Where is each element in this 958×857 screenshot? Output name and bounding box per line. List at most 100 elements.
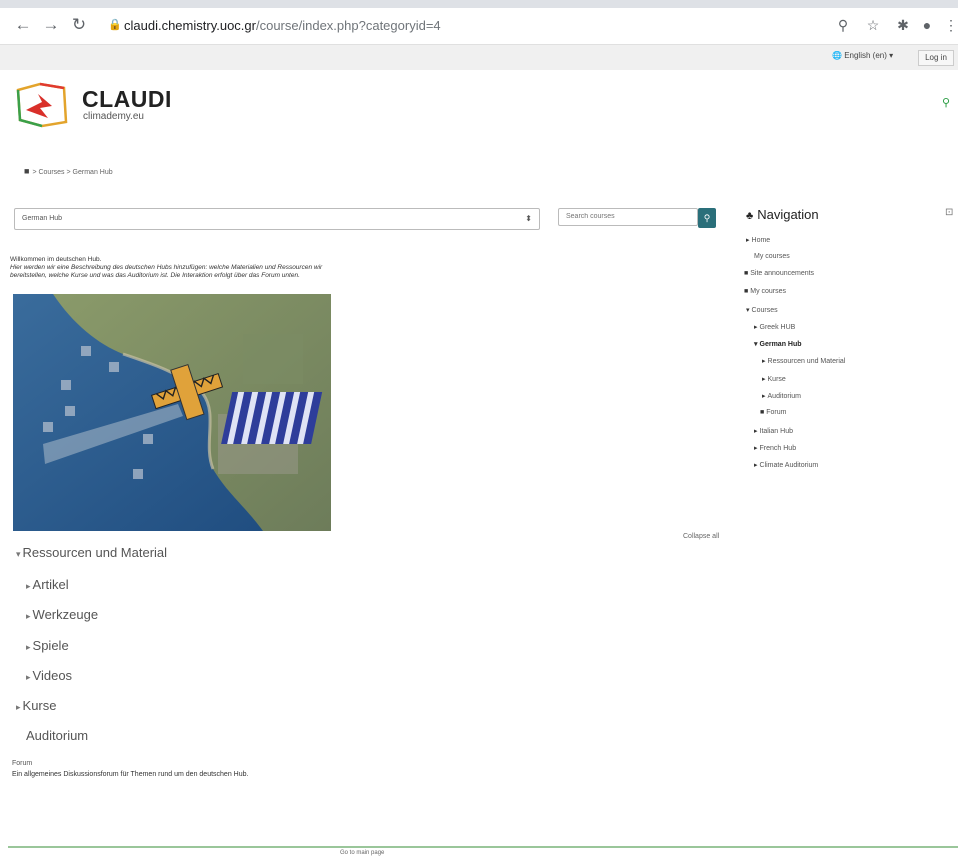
section-werkzeuge[interactable]: ▸ Werkzeuge xyxy=(26,607,98,622)
summary-intro-2: bereitstellen, welche Kurse und was das … xyxy=(10,272,300,279)
nav-item-label: Auditorium xyxy=(767,393,801,400)
nav-item-label: Home xyxy=(751,237,771,244)
nav-item-forum[interactable]: ■ Forum xyxy=(760,409,786,416)
category-summary: Willkommen im deutschen Hub. Hier werden… xyxy=(10,256,450,280)
navigation-title-label: Navigation xyxy=(757,207,819,222)
site-logo[interactable]: CLAUDI climademy.eu xyxy=(12,80,192,130)
footer-divider xyxy=(8,846,958,848)
navigation-title: ♣ Navigation xyxy=(746,207,819,222)
chevron-down-icon: ▾ xyxy=(746,307,750,314)
nav-item-label: French Hub xyxy=(759,445,797,452)
logo-title: CLAUDI xyxy=(82,86,172,112)
breadcrumb-courses[interactable]: Courses xyxy=(38,169,64,176)
chevron-right-icon: ▸ xyxy=(754,462,758,469)
browser-toolbar: ← → ↻ 🔒 claudi.chemistry.uoc.gr/course/i… xyxy=(0,8,958,45)
browser-chrome: ← → ↻ 🔒 claudi.chemistry.uoc.gr/course/i… xyxy=(0,0,958,70)
section-videos[interactable]: ▸ Videos xyxy=(26,668,72,683)
nav-item-kurse[interactable]: ▸ Kurse xyxy=(762,375,786,383)
nav-item-label: Site announcements xyxy=(750,270,815,277)
nav-item-label: Climate Auditorium xyxy=(759,462,819,469)
logo-mark-icon xyxy=(16,82,68,128)
section-artikel[interactable]: ▸ Artikel xyxy=(26,577,69,592)
course-search-button[interactable]: ⚲ xyxy=(698,208,716,228)
nav-item-my-courses-2[interactable]: ■ My courses xyxy=(744,288,786,295)
nav-item-label: My courses xyxy=(750,288,787,295)
satellite-image xyxy=(13,294,331,531)
extensions-icon[interactable]: ✱ xyxy=(892,14,914,36)
header-search-icon[interactable]: ⚲ xyxy=(942,96,950,109)
nav-item-courses[interactable]: ▾ Courses xyxy=(746,306,778,314)
footer-link[interactable]: Go to main page xyxy=(340,850,384,856)
section-auditorium[interactable]: Auditorium xyxy=(26,728,88,743)
tab-strip xyxy=(0,0,958,8)
nav-item-label: Courses xyxy=(751,307,778,314)
chevron-down-icon: ⬍ xyxy=(525,214,532,223)
chevron-right-icon: ▸ xyxy=(26,581,31,591)
language-menu[interactable]: 🌐 English (en) ▾ xyxy=(832,51,893,60)
chevron-right-icon: ▸ xyxy=(26,611,31,621)
nav-item-label: Forum xyxy=(766,409,787,416)
dock-block-icon[interactable]: ⊡ xyxy=(945,207,953,218)
section-label: Videos xyxy=(32,668,73,683)
nav-item-label: My courses xyxy=(754,253,790,260)
reload-icon[interactable]: ↻ xyxy=(68,14,90,36)
section-spiele[interactable]: ▸ Spiele xyxy=(26,638,69,653)
search-icon: ⚲ xyxy=(703,213,711,223)
menu-icon[interactable]: ⋮ xyxy=(940,14,958,36)
profile-icon[interactable]: ● xyxy=(916,14,938,36)
nav-item-greek-hub[interactable]: ▸ Greek HUB xyxy=(754,323,795,331)
section-label: Auditorium xyxy=(26,728,89,743)
breadcrumb-current[interactable]: German Hub xyxy=(73,169,113,176)
chevron-right-icon: ▸ xyxy=(762,393,766,400)
nav-item-my-courses[interactable]: My courses xyxy=(754,253,790,260)
nav-item-label: Kurse xyxy=(767,376,786,383)
chevron-down-icon: ▾ xyxy=(16,549,21,559)
nav-item-italian-hub[interactable]: ▸ Italian Hub xyxy=(754,427,793,435)
section-kurse[interactable]: ▸ Kurse xyxy=(16,698,57,713)
nav-item-label: Italian Hub xyxy=(759,428,793,435)
sitemap-icon: ♣ xyxy=(746,210,754,222)
nav-item-site-announcements[interactable]: ■ Site announcements xyxy=(744,270,814,277)
chevron-right-icon: ▸ xyxy=(16,702,21,712)
breadcrumb: ■ > Courses > German Hub xyxy=(24,166,113,176)
nav-item-ressourcen-und-material[interactable]: ▸ Ressourcen und Material xyxy=(762,357,845,365)
nav-item-label: German Hub xyxy=(759,341,802,348)
collapse-all-link[interactable]: Collapse all xyxy=(683,533,719,540)
url-path: /course/index.php?categoryid=4 xyxy=(255,18,441,33)
forum-icon: ■ xyxy=(760,409,765,416)
summary-welcome: Willkommen im deutschen Hub. xyxy=(10,256,102,263)
lock-icon: 🔒 xyxy=(108,19,122,31)
nav-item-climate-auditorium[interactable]: ▸ Climate Auditorium xyxy=(754,461,818,469)
bookmark-star-icon[interactable]: ☆ xyxy=(862,14,884,36)
login-button[interactable]: Log in xyxy=(918,50,954,66)
chevron-right-icon: ▸ xyxy=(762,376,766,383)
nav-item-auditorium[interactable]: ▸ Auditorium xyxy=(762,392,801,400)
section-label: Spiele xyxy=(32,638,69,653)
forum-link[interactable]: Forum xyxy=(12,760,32,767)
zoom-icon[interactable]: ⚲ xyxy=(832,14,854,36)
category-select-value: German Hub xyxy=(22,215,63,222)
nav-item-home[interactable]: ▸ Home xyxy=(746,236,770,244)
category-select[interactable]: German Hub ⬍ xyxy=(14,208,540,230)
home-icon[interactable]: ■ xyxy=(24,166,29,176)
forward-icon[interactable]: → xyxy=(40,14,62,36)
chevron-down-icon: ▾ xyxy=(754,341,758,348)
summary-intro-1: Hier werden wir eine Beschreibung des de… xyxy=(10,264,323,271)
section-label: Kurse xyxy=(22,698,57,713)
graduation-cap-icon: ■ xyxy=(744,288,749,295)
chevron-right-icon: ▸ xyxy=(754,445,758,452)
url-host: claudi.chemistry.uoc.gr xyxy=(124,18,256,33)
nav-item-french-hub[interactable]: ▸ French Hub xyxy=(754,444,796,452)
back-icon[interactable]: ← xyxy=(12,14,34,36)
chevron-right-icon: ▸ xyxy=(26,672,31,682)
language-label: English (en) xyxy=(844,51,887,60)
section-ressourcen-und-material[interactable]: ▾ Ressourcen und Material xyxy=(16,545,167,560)
section-label: Artikel xyxy=(32,577,69,592)
nav-item-german-hub[interactable]: ▾ German Hub xyxy=(754,340,802,348)
chevron-right-icon: ▸ xyxy=(754,428,758,435)
section-label: Werkzeuge xyxy=(32,607,99,622)
section-label: Ressourcen und Material xyxy=(22,545,168,560)
chevron-right-icon: ▸ xyxy=(746,237,750,244)
address-bar[interactable]: 🔒 claudi.chemistry.uoc.gr/course/index.p… xyxy=(100,12,820,39)
course-search-input[interactable] xyxy=(558,208,698,226)
